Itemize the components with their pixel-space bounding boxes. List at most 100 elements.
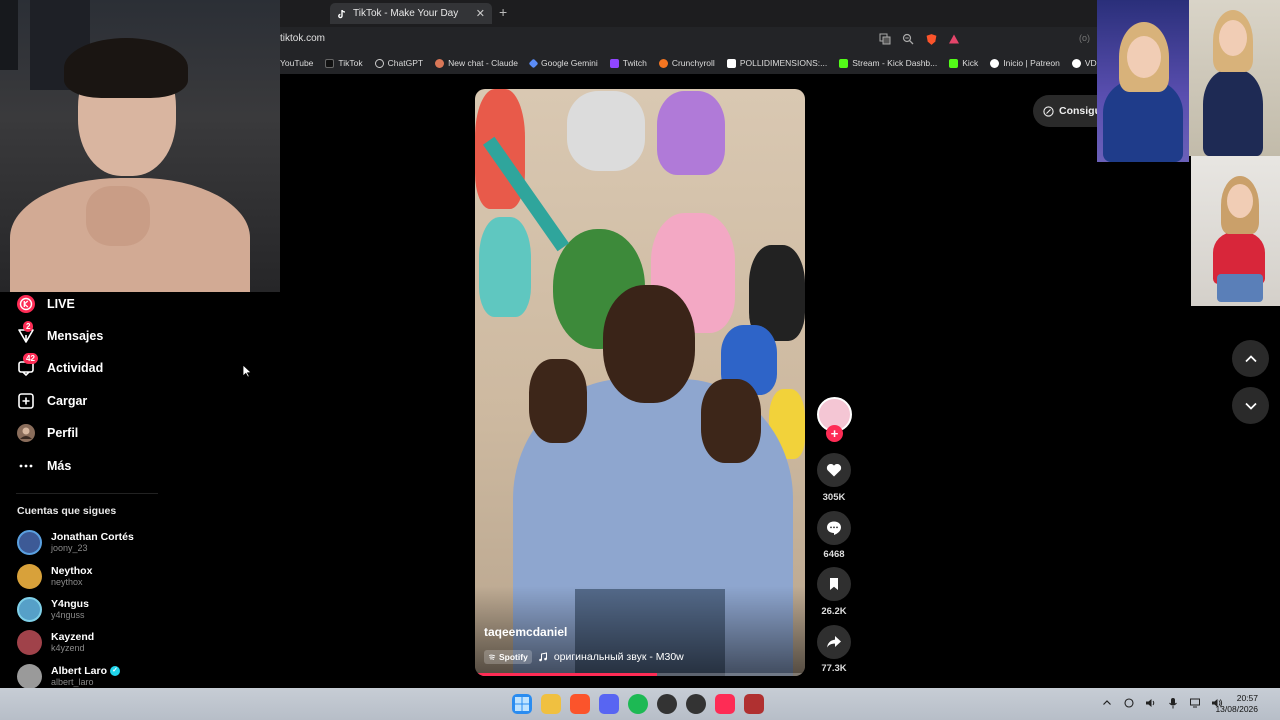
browser-tab-strip: TikTok - Make Your Day ✕ +	[280, 0, 1098, 27]
translate-icon[interactable]	[878, 32, 892, 46]
account-username: k4yzend	[51, 643, 85, 653]
activity-badge: 42	[23, 353, 38, 364]
thumbnail-face	[1127, 36, 1161, 78]
bookmark-tiktok[interactable]: TikTok	[325, 58, 363, 68]
taskbar-clock[interactable]: 20:57 13/08/2026	[1215, 693, 1258, 715]
speaker-icon[interactable]	[1144, 696, 1157, 709]
brave-icon[interactable]	[570, 694, 590, 714]
share-icon	[827, 636, 841, 648]
bookmark-pollidimensions[interactable]: POLLIDIMENSIONS:...	[726, 58, 828, 68]
follow-button[interactable]: +	[826, 425, 843, 442]
bookmarks-bar: YouTube TikTok ChatGPT New chat - Claude…	[280, 52, 1098, 74]
sidebar-item-label: Cargar	[47, 394, 88, 408]
account-name: Albert Laro ✓	[51, 665, 121, 677]
address-bar[interactable]: tiktok.com (o)	[280, 27, 1098, 52]
extension-indicator: (o)	[1079, 33, 1090, 43]
like-button[interactable]	[817, 453, 851, 487]
system-tray	[1100, 696, 1223, 709]
bookmark-chatgpt[interactable]: ChatGPT	[374, 58, 423, 68]
next-video-button[interactable]	[1232, 387, 1269, 424]
vdoninja-icon	[1071, 58, 1081, 68]
network-icon[interactable]	[1188, 696, 1201, 709]
following-account[interactable]: Y4ngus y4nguss	[17, 597, 89, 622]
zoom-icon[interactable]	[901, 32, 915, 46]
sidebar-item-messages[interactable]: 2 Mensajes	[16, 321, 103, 346]
following-account[interactable]: Neythox neythox	[17, 564, 92, 589]
sync-icon[interactable]	[1122, 696, 1135, 709]
file-explorer-icon[interactable]	[541, 694, 561, 714]
following-title: Cuentas que sigues	[17, 505, 117, 517]
overlay-thumbnail	[1097, 0, 1189, 162]
account-username: neythox	[51, 577, 83, 587]
obs-icon[interactable]	[686, 694, 706, 714]
app-icon[interactable]	[744, 694, 764, 714]
comment-button[interactable]	[817, 511, 851, 545]
thumbnail-shorts	[1217, 274, 1263, 302]
claude-icon	[435, 58, 445, 68]
sidebar-item-more[interactable]: Más	[16, 456, 71, 476]
bookmark-label: TikTok	[338, 58, 363, 68]
video-author[interactable]: taqeemcdaniel	[484, 625, 567, 639]
bookmark-crunchyroll[interactable]: Crunchyroll	[658, 58, 715, 68]
bookmark-label: Google Gemini	[541, 58, 598, 68]
pollidimensions-icon	[726, 58, 736, 68]
sidebar-item-activity[interactable]: 42 Actividad	[16, 353, 103, 378]
spotify-badge[interactable]: Spotify	[484, 650, 532, 664]
video-progress-bar[interactable]	[475, 673, 805, 676]
spotify-icon[interactable]	[628, 694, 648, 714]
sidebar-item-label: Perfil	[47, 426, 79, 440]
video-backpack-purple	[657, 91, 725, 175]
url-text[interactable]: tiktok.com	[280, 33, 325, 44]
spotify-icon	[488, 654, 496, 660]
account-name: Y4ngus	[51, 598, 89, 610]
save-button[interactable]	[817, 567, 851, 601]
sidebar-item-label: LIVE	[47, 297, 75, 311]
close-tab-icon[interactable]: ✕	[476, 7, 485, 20]
tiktok-icon	[325, 58, 335, 68]
sidebar-item-upload[interactable]: Cargar	[16, 391, 87, 411]
comment-count: 6468	[823, 549, 845, 560]
chevron-up-icon[interactable]	[1100, 696, 1113, 709]
sidebar-item-label: Más	[47, 459, 72, 473]
tiktok-live-icon[interactable]	[715, 694, 735, 714]
bookmark-kick[interactable]: Kick	[949, 58, 978, 68]
more-icon	[16, 456, 36, 476]
start-icon[interactable]	[512, 694, 532, 714]
account-name: Neythox	[51, 565, 93, 577]
webcam-person-hair	[64, 38, 188, 98]
coin-icon	[1043, 105, 1054, 117]
clock-date: 13/08/2026	[1215, 704, 1258, 714]
brave-rewards-icon[interactable]	[947, 32, 961, 46]
sidebar-item-live[interactable]: LIVE	[16, 294, 75, 314]
comment-icon	[827, 521, 841, 535]
following-account[interactable]: Kayzend k4yzend	[17, 630, 94, 655]
sidebar-item-profile[interactable]: Perfil	[16, 423, 78, 443]
bookmark-gemini[interactable]: Google Gemini	[528, 58, 598, 68]
bookmark-claude[interactable]: New chat - Claude	[435, 58, 518, 68]
browser-tab-tiktok[interactable]: TikTok - Make Your Day ✕	[330, 3, 492, 24]
chevron-down-icon	[1244, 402, 1257, 410]
account-username: albert_laro	[51, 677, 94, 687]
share-button[interactable]	[817, 625, 851, 659]
bookmark-vdoninja[interactable]: VDO.Ninja	[1071, 58, 1098, 68]
discord-icon[interactable]	[599, 694, 619, 714]
new-tab-button[interactable]: +	[499, 4, 507, 20]
obs-icon[interactable]	[657, 694, 677, 714]
brave-shield-icon[interactable]	[924, 32, 938, 46]
previous-video-button[interactable]	[1232, 340, 1269, 377]
spotify-label: Spotify	[499, 652, 528, 662]
webcam-person-hand	[86, 186, 150, 246]
bookmark-kick-dashboard[interactable]: Stream - Kick Dashb...	[839, 58, 937, 68]
account-username: y4nguss	[51, 610, 85, 620]
video-player[interactable]: taqeemcdaniel Spotify оригинальный звук …	[475, 89, 805, 676]
video-music[interactable]: Spotify оригинальный звук - M30w	[484, 650, 684, 664]
bookmark-label: POLLIDIMENSIONS:...	[739, 58, 828, 68]
following-account[interactable]: Jonathan Cortés joony_23	[17, 530, 134, 555]
bookmark-label: Stream - Kick Dashb...	[852, 58, 938, 68]
bookmark-patreon[interactable]: Inicio | Patreon	[990, 58, 1060, 68]
following-account[interactable]: Albert Laro ✓ albert_laro	[17, 664, 121, 689]
bookmark-twitch[interactable]: Twitch	[609, 58, 647, 68]
microphone-icon[interactable]	[1166, 696, 1179, 709]
messages-icon: 2	[16, 321, 36, 346]
bookmark-youtube[interactable]: YouTube	[280, 58, 313, 68]
